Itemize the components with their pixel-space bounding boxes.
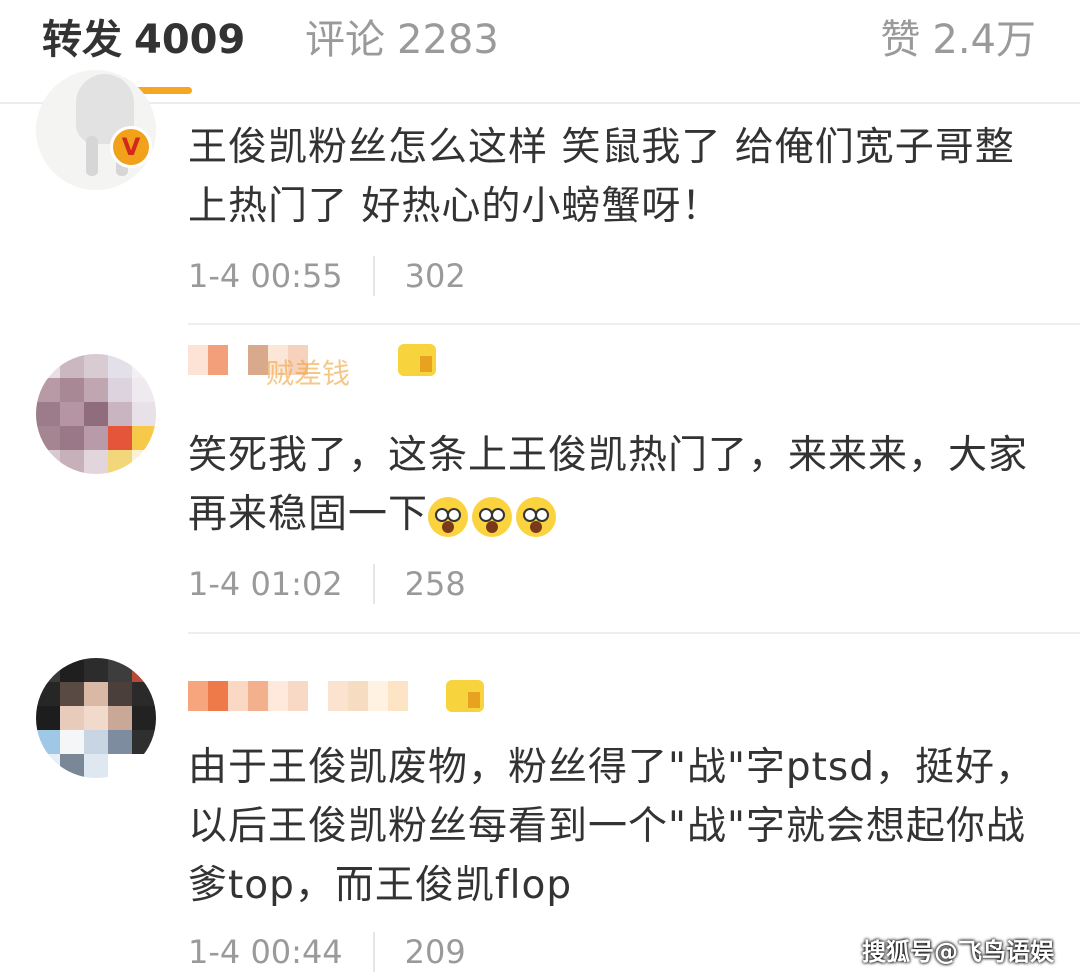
comment-divider: [188, 323, 1080, 325]
comment-meta: 1-4 00:44 209: [188, 930, 466, 974]
sheep-leg: [86, 136, 98, 176]
comment-like-count[interactable]: 302: [405, 257, 466, 295]
comment-item: V 王俊凯粉丝怎么这样 笑鼠我了 给俺们宽子哥整上热门了 好热心的小螃蟹呀！ 1…: [0, 70, 1080, 326]
comment-like-count[interactable]: 258: [405, 565, 466, 603]
comment-text: 由于王俊凯废物，粉丝得了"战"字ptsd，挺好，以后王俊凯粉丝每看到一个"战"字…: [188, 745, 1035, 908]
comment-time: 1-4 00:55: [188, 257, 343, 295]
surprised-face-icon: [472, 496, 513, 537]
meta-separator: [372, 256, 375, 296]
username[interactable]: [188, 674, 484, 718]
tab-comment-count: 2283: [397, 17, 499, 63]
tab-repost-count: 4009: [134, 17, 246, 63]
surprised-face-icon: [428, 496, 469, 537]
surprised-face-icon: [516, 496, 557, 537]
tab-comment[interactable]: 评论 2283: [305, 14, 499, 66]
tab-like-count: 2.4万: [932, 17, 1036, 63]
tab-like-label: 赞: [880, 17, 921, 63]
comment-meta: 1-4 01:02 258: [188, 562, 466, 606]
level-badge-icon: [398, 344, 436, 376]
comment-text: 笑死我了，这条上王俊凯热门了，来来来，大家再来稳固一下: [188, 426, 1048, 544]
username[interactable]: 贼差钱: [188, 338, 436, 390]
comment-meta: 1-4 00:55 302: [188, 254, 466, 298]
username-obscured: [188, 681, 428, 711]
comment-item: 由于王俊凯废物，粉丝得了"战"字ptsd，挺好，以后王俊凯粉丝每看到一个"战"字…: [0, 634, 1080, 979]
comment-time: 1-4 00:44: [188, 933, 343, 971]
avatar[interactable]: [36, 354, 156, 474]
comment-text: 王俊凯粉丝怎么这样 笑鼠我了 给俺们宽子哥整上热门了 好热心的小螃蟹呀！: [188, 125, 1015, 229]
comment-like-count[interactable]: 209: [405, 933, 466, 971]
tab-repost[interactable]: 转发 4009: [42, 14, 245, 66]
meta-separator: [372, 564, 375, 604]
emoji-group: [428, 496, 560, 537]
username-text: 贼差钱: [266, 357, 351, 390]
comment-time: 1-4 01:02: [188, 565, 343, 603]
watermark: 搜狐号@飞鸟语娱: [862, 938, 1054, 966]
tab-like[interactable]: 赞 2.4万: [880, 14, 1036, 66]
comment-text-content: 笑死我了，这条上王俊凯热门了，来来来，大家再来稳固一下: [188, 433, 1029, 537]
comment-page: 转发 4009 评论 2283 赞 2.4万 V 王俊凯粉丝怎么这样 笑鼠我了 给俺们…: [0, 0, 1080, 979]
avatar[interactable]: [36, 658, 156, 778]
meta-separator: [372, 932, 375, 972]
level-badge-icon: [446, 680, 484, 712]
tab-comment-label: 评论: [305, 17, 385, 63]
tab-bar: 转发 4009 评论 2283 赞 2.4万: [0, 0, 1080, 104]
tab-repost-label: 转发: [42, 17, 122, 63]
verified-badge-icon: V: [110, 126, 152, 168]
comment-item: 贼差钱 笑死我了，这条上王俊凯热门了，来来来，大家再来稳固一下 1-4 01:0…: [0, 326, 1080, 632]
